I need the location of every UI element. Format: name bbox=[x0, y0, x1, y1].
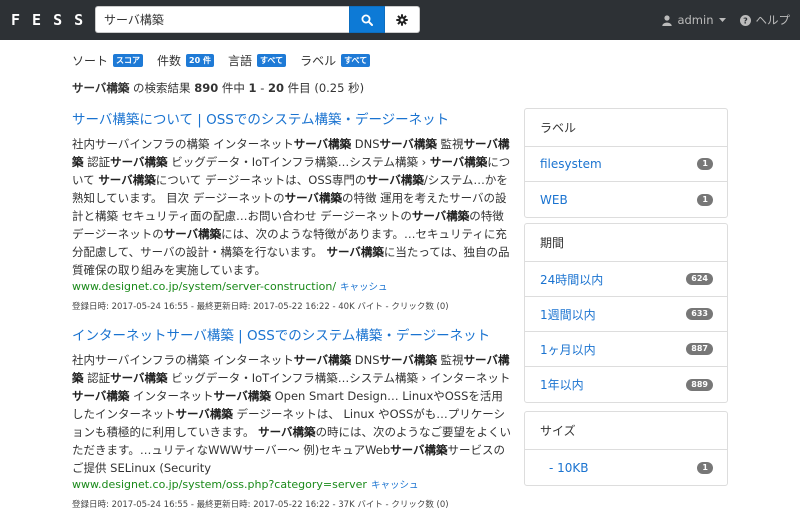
gear-icon bbox=[396, 13, 408, 26]
results-list: サーバ構築について | OSSでのシステム構築・デージーネット 社内サーバインフ… bbox=[72, 110, 512, 524]
help-label: ヘルプ bbox=[755, 13, 791, 27]
result-url-link[interactable]: www.designet.co.jp/system/oss.php?catego… bbox=[72, 478, 367, 491]
summary-text: 件目 (0.25 秒) bbox=[284, 81, 365, 95]
facet-item-filesystem[interactable]: filesystem 1 bbox=[525, 147, 727, 182]
result-meta: 登録日時: 2017-05-24 16:55 - 最終更新日時: 2017-05… bbox=[72, 500, 449, 510]
facet-title: ラベル bbox=[525, 109, 727, 147]
filter-label: 件数 bbox=[157, 54, 182, 68]
svg-text:?: ? bbox=[743, 16, 748, 25]
facet-item-label: 24時間以内 bbox=[540, 272, 604, 287]
filter-value-badge: すべて bbox=[256, 54, 287, 67]
nav-right: admin ? ヘルプ bbox=[662, 12, 790, 28]
result-snippet: 社内サーバインフラの構築 インターネットサーバ構築 DNSサーバ構築 監視サーバ… bbox=[72, 137, 511, 277]
label-filter[interactable]: ラベル すべて bbox=[300, 52, 371, 69]
facet-count-badge: 887 bbox=[686, 343, 713, 355]
facet-title: サイズ bbox=[525, 412, 727, 450]
facet-count-badge: 633 bbox=[686, 308, 713, 320]
filter-value-badge: スコア bbox=[113, 54, 144, 67]
result-snippet: 社内サーバインフラの構築 インターネットサーバ構築 DNSサーバ構築 監視サーバ… bbox=[72, 353, 512, 475]
period-facet-panel: 期間 24時間以内 624 1週間以内 633 1ヶ月以内 887 1年以内 8… bbox=[524, 223, 728, 403]
logo-letter: S bbox=[53, 11, 63, 29]
summary-text: の検索結果 bbox=[129, 81, 195, 95]
facet-item-size-10kb[interactable]: - 10KB 1 bbox=[525, 450, 727, 485]
facet-item-1week[interactable]: 1週間以内 633 bbox=[525, 297, 727, 332]
facet-item-1year[interactable]: 1年以内 889 bbox=[525, 367, 727, 402]
facet-count-badge: 889 bbox=[686, 378, 713, 391]
facet-item-1month[interactable]: 1ヶ月以内 887 bbox=[525, 332, 727, 367]
cache-link[interactable]: キャッシュ bbox=[340, 282, 388, 293]
sort-filter[interactable]: ソート スコア bbox=[72, 52, 144, 69]
navbar: F E S S サーバ構築 admin ? ヘルプ bbox=[0, 0, 800, 40]
facet-count-badge: 1 bbox=[697, 193, 713, 206]
facet-item-label: 1週間以内 bbox=[540, 307, 596, 322]
result-url-link[interactable]: www.designet.co.jp/system/server-constru… bbox=[72, 280, 336, 293]
facet-count-badge: 624 bbox=[686, 273, 713, 285]
facet-item-web[interactable]: WEB 1 bbox=[525, 182, 727, 217]
fess-logo[interactable]: F E S S bbox=[11, 11, 83, 29]
facet-count-badge: 1 bbox=[697, 158, 713, 170]
search-bar bbox=[95, 6, 420, 33]
filter-value-badge: 20 件 bbox=[186, 54, 214, 67]
facet-item-24h[interactable]: 24時間以内 624 bbox=[525, 262, 727, 297]
facet-title: 期間 bbox=[525, 224, 727, 262]
result-summary: サーバ構築 の検索結果 890 件中 1 - 20 件目 (0.25 秒) bbox=[72, 80, 364, 96]
filter-label: ソート bbox=[72, 54, 109, 68]
logo-letter: S bbox=[74, 11, 84, 29]
facet-item-label: WEB bbox=[540, 192, 568, 207]
facet-count-badge: 1 bbox=[697, 461, 713, 474]
language-filter[interactable]: 言語 すべて bbox=[227, 52, 287, 69]
result-item: サーバ構築について | OSSでのシステム構築・デージーネット 社内サーバインフ… bbox=[72, 110, 512, 314]
result-title-link[interactable]: サーバ構築について | OSSでのシステム構築・デージーネット bbox=[72, 110, 512, 130]
filter-value-badge: すべて bbox=[341, 54, 371, 67]
result-title-link[interactable]: インターネットサーバ構築 | OSSでのシステム構築・デージーネット bbox=[72, 326, 512, 346]
logo-letter: E bbox=[32, 11, 42, 29]
filter-label: 言語 bbox=[227, 54, 252, 68]
summary-text: 件中 bbox=[218, 81, 249, 95]
user-icon bbox=[662, 14, 673, 26]
summary-start: 1 bbox=[248, 81, 257, 95]
result-url-line: www.designet.co.jp/system/oss.php?catego… bbox=[72, 477, 512, 494]
filter-bar: ソート スコア 件数 20 件 言語 すべて ラベル すべて bbox=[72, 52, 384, 69]
count-filter[interactable]: 件数 20 件 bbox=[157, 52, 214, 69]
label-facet-panel: ラベル filesystem 1 WEB 1 bbox=[524, 108, 728, 218]
user-name: admin bbox=[677, 13, 714, 27]
search-options-button[interactable] bbox=[385, 6, 420, 33]
user-menu[interactable]: admin bbox=[662, 13, 726, 27]
facet-item-label: filesystem bbox=[540, 157, 602, 171]
filter-label: ラベル bbox=[300, 54, 337, 68]
caret-down-icon bbox=[718, 17, 726, 22]
result-url-line: www.designet.co.jp/system/server-constru… bbox=[72, 279, 512, 296]
cache-link[interactable]: キャッシュ bbox=[371, 480, 419, 491]
facet-item-label: 1ヶ月以内 bbox=[540, 342, 596, 357]
question-icon: ? bbox=[739, 14, 751, 26]
result-meta: 登録日時: 2017-05-24 16:55 - 最終更新日時: 2017-05… bbox=[72, 302, 449, 312]
facet-item-label: - 10KB bbox=[549, 460, 589, 475]
summary-end: 20 bbox=[268, 81, 285, 95]
size-facet-panel: サイズ - 10KB 1 bbox=[524, 411, 728, 486]
search-button[interactable] bbox=[349, 6, 385, 33]
summary-query: サーバ構築 bbox=[72, 81, 130, 95]
facet-item-label: 1年以内 bbox=[540, 378, 584, 392]
logo-letter: F bbox=[11, 11, 21, 29]
summary-total: 890 bbox=[194, 81, 219, 95]
search-input[interactable] bbox=[95, 6, 349, 33]
search-icon bbox=[361, 14, 373, 26]
summary-text: - bbox=[256, 81, 269, 95]
result-item: インターネットサーバ構築 | OSSでのシステム構築・デージーネット 社内サーバ… bbox=[72, 326, 512, 512]
help-link[interactable]: ? ヘルプ bbox=[739, 12, 791, 28]
